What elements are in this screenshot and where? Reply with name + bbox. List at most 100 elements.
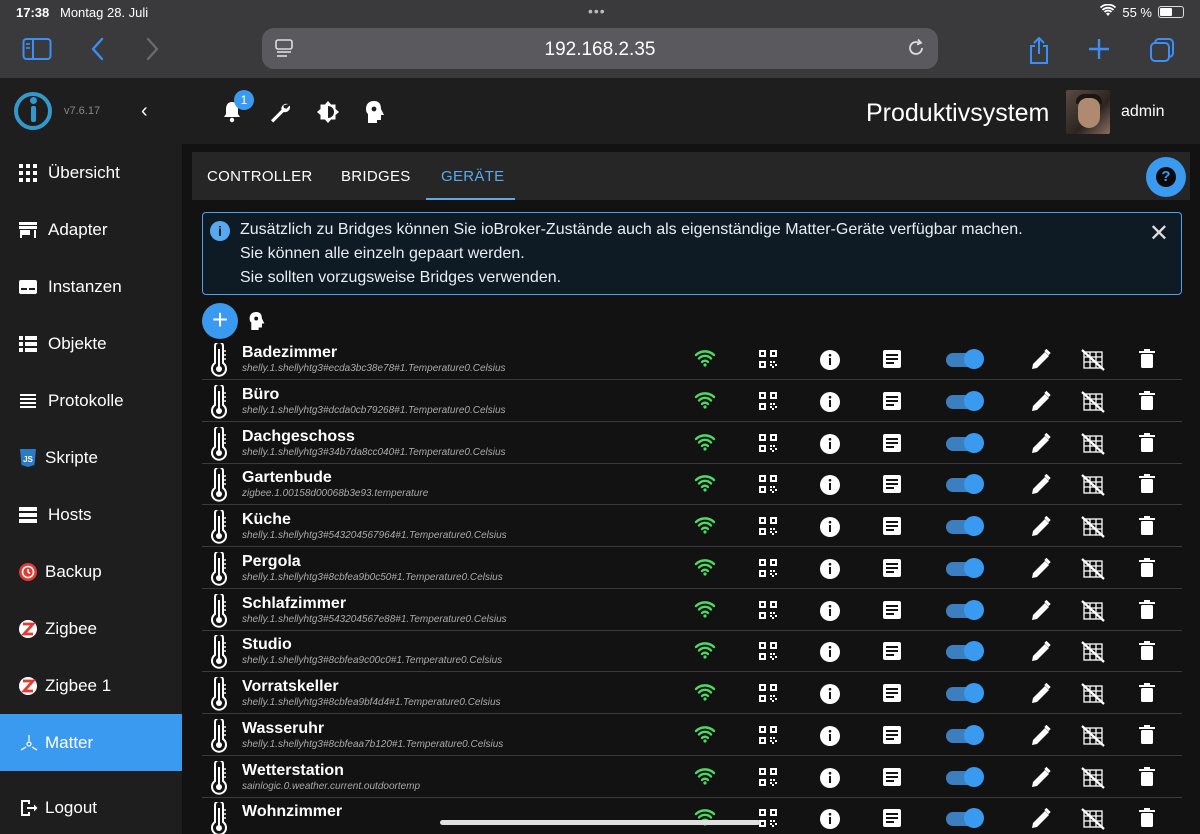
wrench-icon[interactable] [268, 100, 292, 124]
table-row[interactable]: Badezimmer shelly.1.shellyhtg3#ecda3bc38e… [202, 339, 1182, 380]
device-enabled-toggle[interactable] [946, 724, 984, 745]
device-enabled-toggle[interactable] [946, 641, 984, 662]
iobroker-logo[interactable] [14, 92, 52, 130]
edit-pencil-icon[interactable] [1030, 557, 1052, 585]
edit-pencil-icon[interactable] [1030, 808, 1052, 834]
reset-pairing-icon[interactable] [1081, 516, 1105, 543]
details-icon[interactable] [882, 600, 902, 625]
reset-pairing-icon[interactable] [1081, 724, 1105, 752]
add-device-button[interactable]: + [202, 303, 238, 339]
sidebar-item-matter[interactable]: Matter [0, 714, 182, 771]
new-tab-icon[interactable] [1086, 36, 1116, 66]
delete-trash-icon[interactable] [1138, 641, 1156, 666]
edit-pencil-icon[interactable] [1030, 682, 1052, 710]
delete-trash-icon[interactable] [1138, 432, 1156, 458]
edit-pencil-icon[interactable] [1030, 599, 1052, 627]
details-icon[interactable] [882, 808, 902, 833]
reset-pairing-icon[interactable] [1081, 557, 1105, 585]
table-row[interactable]: Studio shelly.1.shellyhtg3#8cbfea9c00c0#1… [202, 631, 1182, 673]
address-bar[interactable]: 192.168.2.35 [262, 28, 938, 69]
delete-trash-icon[interactable] [1138, 557, 1156, 583]
details-icon[interactable] [882, 725, 902, 750]
multitask-dots-icon[interactable]: ••• [588, 3, 606, 19]
qr-code-icon[interactable] [758, 391, 778, 416]
device-enabled-toggle[interactable] [946, 808, 984, 829]
info-icon[interactable] [819, 516, 841, 543]
reset-pairing-icon[interactable] [1081, 349, 1105, 376]
delete-trash-icon[interactable] [1138, 349, 1156, 374]
qr-code-icon[interactable] [758, 600, 778, 625]
device-enabled-toggle[interactable] [946, 683, 984, 703]
device-enabled-toggle[interactable] [946, 516, 984, 536]
expert-mode-head-icon[interactable] [248, 310, 266, 337]
table-row[interactable]: Büro shelly.1.shellyhtg3#dcda0cb79268#1.T… [202, 381, 1182, 422]
reset-pairing-icon[interactable] [1081, 766, 1105, 794]
info-icon[interactable] [819, 474, 841, 501]
reload-icon[interactable] [906, 38, 926, 63]
info-icon[interactable] [819, 433, 841, 460]
tabs-overview-icon[interactable] [1148, 36, 1178, 66]
help-button[interactable]: ? [1146, 157, 1186, 197]
table-row[interactable]: Wetterstation sainlogic.0.weather.current… [202, 757, 1182, 798]
device-enabled-toggle[interactable] [946, 557, 984, 578]
details-icon[interactable] [882, 516, 902, 541]
edit-pencil-icon[interactable] [1030, 474, 1052, 501]
delete-trash-icon[interactable] [1138, 390, 1156, 416]
edit-pencil-icon[interactable] [1030, 390, 1052, 418]
device-enabled-toggle[interactable] [946, 766, 984, 787]
details-icon[interactable] [882, 767, 902, 792]
reset-pairing-icon[interactable] [1081, 641, 1105, 668]
device-enabled-toggle[interactable] [946, 474, 984, 495]
reset-pairing-icon[interactable] [1081, 683, 1105, 710]
table-row[interactable]: Wasseruhr shelly.1.shellyhtg3#8cbfeaa7b12… [202, 715, 1182, 756]
info-icon[interactable] [819, 683, 841, 710]
reset-pairing-icon[interactable] [1081, 808, 1105, 834]
share-icon[interactable] [1026, 36, 1056, 66]
info-icon[interactable] [819, 767, 841, 794]
sidebar-item-hosts[interactable]: Hosts [0, 486, 182, 543]
theme-toggle-icon[interactable] [316, 100, 340, 124]
reset-pairing-icon[interactable] [1081, 432, 1105, 460]
qr-code-icon[interactable] [758, 516, 778, 541]
sidebar-item-objekte[interactable]: Objekte [0, 315, 182, 372]
username[interactable]: admin [1121, 103, 1165, 121]
sidebar-item-instanzen[interactable]: Instanzen [0, 258, 182, 315]
device-enabled-toggle[interactable] [946, 599, 984, 620]
expert-mode-head-icon[interactable] [364, 100, 388, 124]
qr-code-icon[interactable] [758, 683, 778, 708]
info-icon[interactable] [819, 349, 841, 376]
qr-code-icon[interactable] [758, 725, 778, 750]
details-icon[interactable] [882, 433, 902, 458]
sidebar-item-adapter[interactable]: Adapter [0, 201, 182, 258]
table-row[interactable]: Pergola shelly.1.shellyhtg3#8cbfea9b0c50#… [202, 548, 1182, 589]
sidebar-item-übersicht[interactable]: Übersicht [0, 144, 182, 201]
collapse-sidebar-icon[interactable]: ‹ [141, 100, 148, 123]
edit-pencil-icon[interactable] [1030, 515, 1052, 543]
edit-pencil-icon[interactable] [1030, 432, 1052, 460]
details-icon[interactable] [882, 683, 902, 708]
forward-icon[interactable] [142, 36, 172, 66]
qr-code-icon[interactable] [758, 474, 778, 499]
reset-pairing-icon[interactable] [1081, 599, 1105, 627]
details-icon[interactable] [882, 641, 902, 666]
reset-pairing-icon[interactable] [1081, 390, 1105, 418]
sidebar-item-zigbee[interactable]: Zigbee [0, 600, 182, 657]
reset-pairing-icon[interactable] [1081, 474, 1105, 501]
delete-trash-icon[interactable] [1138, 808, 1156, 833]
qr-code-icon[interactable] [758, 433, 778, 458]
table-row[interactable]: Küche shelly.1.shellyhtg3#543204567964#1.… [202, 506, 1182, 547]
edit-pencil-icon[interactable] [1030, 641, 1052, 668]
table-row[interactable]: Vorratskeller shelly.1.shellyhtg3#8cbfea9… [202, 673, 1182, 714]
device-enabled-toggle[interactable] [946, 349, 984, 369]
table-row[interactable]: Dachgeschoss shelly.1.shellyhtg3#34b7da8c… [202, 423, 1182, 464]
sidebar-item-zigbee-1[interactable]: Zigbee 1 [0, 657, 182, 714]
info-icon[interactable] [819, 725, 841, 752]
delete-trash-icon[interactable] [1138, 516, 1156, 541]
table-row[interactable]: Wohnzimmer [202, 798, 1182, 834]
info-icon[interactable] [819, 391, 841, 418]
delete-trash-icon[interactable] [1138, 766, 1156, 792]
table-row[interactable]: Schlafzimmer shelly.1.shellyhtg3#54320456… [202, 590, 1182, 631]
sidebar-item-skripte[interactable]: JS Skripte [0, 429, 182, 486]
qr-code-icon[interactable] [758, 641, 778, 666]
sidebar-item-backup[interactable]: Backup [0, 543, 182, 600]
